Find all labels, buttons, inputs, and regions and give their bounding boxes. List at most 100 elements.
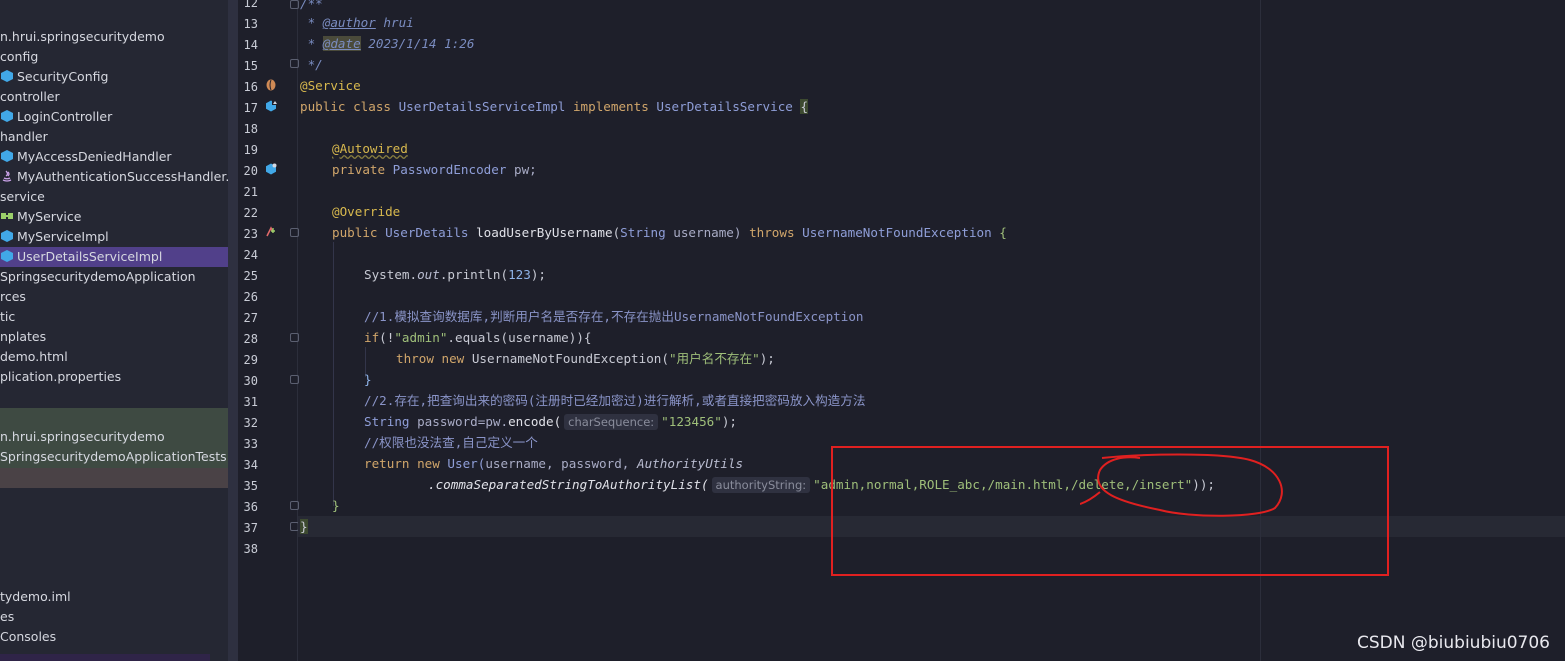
string-literal: "用户名不存在" <box>668 351 760 366</box>
code-line-19[interactable]: @Autowired <box>332 138 408 159</box>
code-line-29[interactable]: throw new UsernameNotFoundException("用户名… <box>396 348 775 369</box>
brace: { <box>999 225 1007 240</box>
watermark: CSDN @biubiubiu0706 <box>1357 633 1551 653</box>
line-number: 20 <box>243 164 258 178</box>
tree-item-label: n.hrui.springsecuritydemo <box>0 29 165 44</box>
line-number: 25 <box>243 269 258 283</box>
line-number: 24 <box>243 248 258 262</box>
parameter-hint: authorityString: <box>711 477 811 493</box>
line-number: 30 <box>243 374 258 388</box>
tree-item-label: LoginController <box>17 109 113 124</box>
keyword: public <box>332 225 386 240</box>
code-line-33[interactable]: //权限也没法查,自己定义一个 <box>364 432 538 453</box>
code-line-20[interactable]: private PasswordEncoder pw; <box>332 159 537 180</box>
sidebar-scroll-indicator[interactable] <box>0 654 210 661</box>
java-icon <box>2 170 12 182</box>
brace: } <box>332 498 340 513</box>
tree-item-myaccessdeniedhandler[interactable]: MyAccessDeniedHandler <box>0 147 172 167</box>
code-text: UsernameNotFoundException( <box>471 351 669 366</box>
line-number: 16 <box>243 80 258 94</box>
tree-item-label: tic <box>0 309 16 324</box>
tree-item-templates[interactable]: nplates <box>0 327 46 347</box>
tree-item-label: SpringsecuritydemoApplicationTests <box>0 449 227 464</box>
code-text: ); <box>759 351 775 366</box>
tree-item-demo-html[interactable]: demo.html <box>0 347 68 367</box>
tree-item-label: service <box>0 189 45 204</box>
class-name: User( <box>447 456 486 471</box>
keyword: public class <box>300 99 399 114</box>
tree-item-consoles[interactable]: Consoles <box>0 627 56 647</box>
code-text: System. <box>364 267 418 282</box>
code-line-23[interactable]: public UserDetails loadUserByUsername(St… <box>332 222 1007 243</box>
tree-item-application[interactable]: SpringsecuritydemoApplication <box>0 267 196 287</box>
bean-icon[interactable] <box>265 79 277 91</box>
code-line-17[interactable]: public class UserDetailsServiceImpl impl… <box>300 96 809 117</box>
code-line-22[interactable]: @Override <box>332 201 400 222</box>
tree-item-test-package[interactable]: n.hrui.springsecuritydemo <box>0 427 165 447</box>
tree-item-myservice[interactable]: MyService <box>0 207 81 227</box>
tree-item-label: MyAccessDeniedHandler <box>17 149 172 164</box>
comment-text: //2.存在,把查询出来的密码(注册时已经加密过)进行解析,或者直接把密码放入构… <box>364 393 866 408</box>
tree-item-iml[interactable]: tydemo.iml <box>0 587 71 607</box>
code-text: password=pw. <box>417 414 509 429</box>
tree-item-libraries[interactable]: es <box>0 607 14 627</box>
comment-text: //1.模拟查询数据库,判断用户名是否存在,不存在抛出UsernameNotFo… <box>364 309 864 324</box>
line-number: 13 <box>243 17 258 31</box>
tree-item-label: es <box>0 609 15 624</box>
code-text: .equals(username)){ <box>447 330 592 345</box>
class-icon <box>1 230 13 242</box>
tree-item-userdetailsserviceimpl[interactable]: UserDetailsServiceImpl <box>0 247 228 267</box>
code-line-37[interactable]: } <box>300 516 308 537</box>
code-line-36[interactable]: } <box>332 495 340 516</box>
type-name: PasswordEncoder <box>392 162 514 177</box>
tree-item-myserviceimpl[interactable]: MyServiceImpl <box>0 227 109 247</box>
tree-item-logincontroller[interactable]: LoginController <box>0 107 112 127</box>
number-literal: 123 <box>508 267 531 282</box>
tree-item-service[interactable]: service <box>0 187 45 207</box>
tree-item-handler[interactable]: handler <box>0 127 48 147</box>
method-name: encode( <box>508 414 562 429</box>
tree-item-application-properties[interactable]: plication.properties <box>0 367 121 387</box>
tree-item-label: demo.html <box>0 349 68 364</box>
code-line-14[interactable]: * @date 2023/1/14 1:26 <box>300 33 474 54</box>
code-line-31[interactable]: //2.存在,把查询出来的密码(注册时已经加密过)进行解析,或者直接把密码放入构… <box>364 390 865 411</box>
implements-icon[interactable] <box>265 100 277 112</box>
code-line-16[interactable]: @Service <box>300 75 361 96</box>
tree-item-label: nplates <box>0 329 47 344</box>
type-name: UserDetails <box>385 225 477 240</box>
annotation-override: @Override <box>332 204 401 219</box>
tree-item-label: SecurityConfig <box>17 69 109 84</box>
code-line-13[interactable]: * @author hrui <box>300 12 414 33</box>
tree-item-package[interactable]: n.hrui.springsecuritydemo <box>0 27 165 47</box>
project-tree: n.hrui.springsecuritydemo config Securit… <box>0 0 228 661</box>
tree-item-label: MyAuthenticationSuccessHandler.jav <box>17 169 228 184</box>
code-line-34[interactable]: return new User(username, password, Auth… <box>364 453 743 474</box>
static-field: out <box>417 267 440 282</box>
interface-name: UserDetailsService <box>656 99 801 114</box>
tree-item-controller[interactable]: controller <box>0 87 60 107</box>
code-text: (! <box>379 330 395 345</box>
method-name: loadUserByUsername <box>476 225 613 240</box>
sidebar-splitter[interactable] <box>228 0 238 661</box>
override-icon[interactable] <box>265 226 277 238</box>
line-number: 29 <box>243 353 258 367</box>
tree-item-config[interactable]: config <box>0 47 38 67</box>
annotation-autowired: @Autowired <box>332 141 408 156</box>
code-line-27[interactable]: //1.模拟查询数据库,判断用户名是否存在,不存在抛出UsernameNotFo… <box>364 306 864 327</box>
code-line-30[interactable]: } <box>364 369 372 390</box>
line-number: 27 <box>243 311 258 325</box>
autowired-icon[interactable] <box>265 163 277 175</box>
comment-text: //权限也没法查,自己定义一个 <box>364 435 538 450</box>
code-line-32[interactable]: String password=pw.encode(charSequence: "… <box>364 411 737 432</box>
line-number: 37 <box>243 521 258 535</box>
code-text: .println( <box>439 267 509 282</box>
tree-item-myauthenticationsuccesshandler[interactable]: MyAuthenticationSuccessHandler.jav <box>0 167 228 187</box>
tree-item-application-tests[interactable]: SpringsecuritydemoApplicationTests <box>0 447 227 467</box>
tree-item-resources[interactable]: rces <box>0 287 26 307</box>
code-line-15[interactable]: */ <box>300 54 323 75</box>
tree-item-static[interactable]: tic <box>0 307 15 327</box>
string-literal: "123456" <box>661 414 722 429</box>
code-line-25[interactable]: System.out.println(123); <box>364 264 546 285</box>
tree-item-securityconfig[interactable]: SecurityConfig <box>0 67 108 87</box>
code-line-28[interactable]: if(!"admin".equals(username)){ <box>364 327 591 348</box>
